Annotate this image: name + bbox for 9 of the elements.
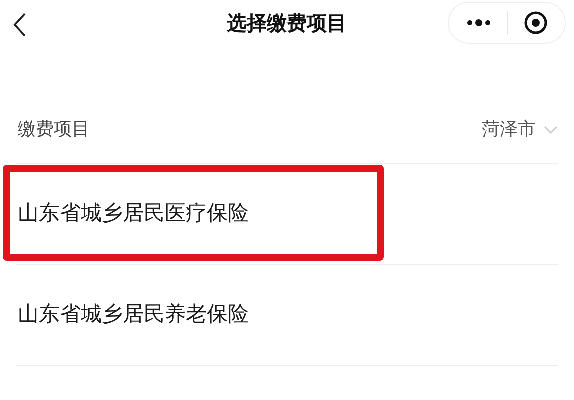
filter-label: 缴费项目 [17,118,90,141]
page-title: 选择缴费项目 [227,12,347,37]
insurance-item[interactable]: 山东省城乡居民医疗保险 [16,198,249,230]
chevron-down-icon [544,126,558,134]
back-icon[interactable] [12,12,28,38]
more-icon[interactable] [467,19,491,27]
insurance-item[interactable]: 山东省城乡居民养老保险 [16,299,249,331]
city-picker[interactable]: 菏泽市 [482,116,558,143]
close-icon[interactable] [524,11,548,35]
